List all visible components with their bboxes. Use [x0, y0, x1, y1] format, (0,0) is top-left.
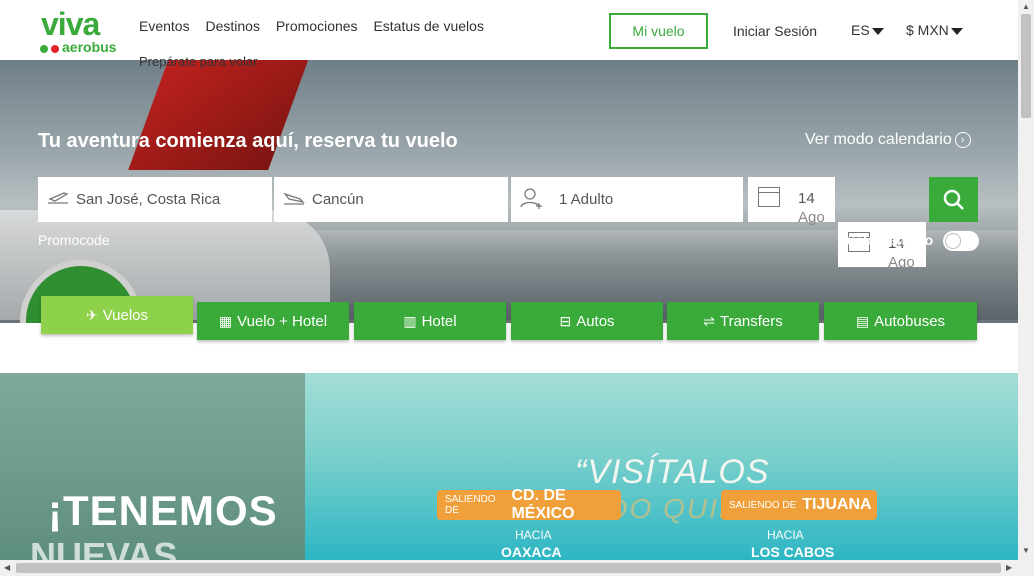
arrow-right-circle-icon: › — [954, 131, 971, 148]
transfer-car-icon: ⇌ — [703, 312, 715, 329]
depart-date-field[interactable]: 14 Ago — [748, 177, 835, 226]
chevron-down-icon — [871, 27, 884, 35]
scroll-up-icon[interactable]: ▲ — [1022, 2, 1030, 11]
plane-tail-image — [128, 60, 312, 170]
scroll-down-icon[interactable]: ▼ — [1022, 546, 1030, 555]
banner-left-subtitle: NUEVAS — [30, 535, 178, 561]
tab-label: Autos — [576, 312, 615, 330]
one-way-toggle[interactable] — [943, 231, 979, 251]
calendar-mode-label: Ver modo calendario — [805, 131, 952, 148]
tab-transfers[interactable]: ⇌ Transfers — [667, 302, 819, 340]
pill-city: CD. DE MÉXICO — [511, 487, 575, 522]
hotel-icon: ▥ — [403, 312, 417, 329]
promo-banner[interactable]: ¡TENEMOS NUEVAS “VISÍTALOS CUANDO QUIERA… — [0, 373, 1018, 561]
pill-city: TIJUANA — [802, 496, 872, 513]
nav-promociones[interactable]: Promociones — [276, 18, 358, 34]
tab-label: Hotel — [421, 312, 457, 330]
destination-field[interactable]: Cancún — [274, 177, 508, 222]
tab-autos[interactable]: ⊟ Autos — [511, 302, 663, 340]
car-icon: ⊟ — [559, 312, 572, 329]
origin-value: San José, Costa Rica — [76, 191, 221, 208]
plane-icon: ✈ — [85, 306, 98, 323]
depart-day: 14 — [798, 190, 815, 207]
header: viva aerobus Eventos Destinos Promocione… — [0, 0, 1018, 60]
bus-icon: ▤ — [855, 312, 870, 329]
destination-city: OAXACA — [501, 544, 562, 560]
return-month: Ago — [888, 254, 915, 271]
tab-autobuses[interactable]: ▤ Autobuses — [824, 302, 977, 340]
scroll-left-icon[interactable]: ◀ — [4, 563, 10, 572]
nav-estatus-vuelos[interactable]: Estatus de vuelos — [373, 18, 484, 34]
search-title: Tu aventura comienza aquí, reserva tu vu… — [38, 130, 458, 152]
scroll-right-icon[interactable]: ▶ — [1006, 563, 1012, 572]
plane-takeoff-icon — [46, 189, 76, 211]
hero-search-section: Tu aventura comienza aquí, reserva tu vu… — [0, 60, 1018, 323]
origin-field[interactable]: San José, Costa Rica — [38, 177, 272, 222]
plane-landing-icon — [282, 189, 312, 211]
search-button[interactable] — [929, 177, 978, 222]
vertical-scrollbar[interactable]: ▲ ▼ — [1018, 0, 1034, 560]
vertical-scroll-thumb[interactable] — [1021, 14, 1031, 118]
passengers-field[interactable]: 1 Adulto — [511, 177, 743, 222]
main-nav: Eventos Destinos Promociones Estatus de … — [139, 18, 496, 34]
tab-label: Autobuses — [874, 312, 946, 330]
logo-dot-red — [51, 45, 59, 53]
calendar-icon — [758, 187, 780, 207]
banner-left-title: ¡TENEMOS — [48, 487, 278, 534]
route-pill-tijuana: SALIENDO DE TIJUANA — [721, 490, 877, 520]
login-link[interactable]: Iniciar Sesión — [733, 23, 817, 39]
destination-label: HACIA — [767, 528, 804, 542]
route-pill-cdmx: SALIENDO DE CD. DE MÉXICO — [437, 487, 621, 522]
search-icon — [943, 189, 964, 210]
depart-month: Ago — [798, 209, 825, 226]
viva-aerobus-logo[interactable]: viva aerobus — [40, 6, 130, 55]
building-icon: ▦ — [218, 312, 233, 329]
currency-label: $ MXN — [906, 22, 949, 38]
promocode-link[interactable]: Promocode — [38, 232, 110, 248]
pill-prefix: SALIENDO DE — [729, 499, 797, 511]
passengers-value: 1 Adulto — [559, 191, 614, 208]
passenger-add-icon — [519, 186, 549, 214]
one-way-label: Vuelo Sencillo — [838, 232, 934, 248]
destination-value: Cancún — [312, 191, 364, 208]
mi-vuelo-button[interactable]: Mi vuelo — [609, 13, 708, 49]
destination-city: LOS CABOS — [751, 544, 835, 560]
chevron-down-icon — [950, 27, 963, 35]
horizontal-scroll-thumb[interactable] — [16, 563, 1001, 573]
product-tabs: ✈ Vuelos ▦ Vuelo + Hotel ▥ Hotel ⊟ Autos ⇌ Tr… — [0, 296, 1018, 346]
destination-label: HACIA — [515, 528, 552, 542]
currency-selector[interactable]: $ MXN — [906, 22, 963, 38]
nav-destinos[interactable]: Destinos — [205, 18, 259, 34]
tab-vuelos[interactable]: ✈ Vuelos — [41, 296, 193, 334]
nav-preparate[interactable]: Prepárate para volar — [139, 54, 258, 69]
tab-label: Vuelo + Hotel — [237, 312, 328, 330]
nav-eventos[interactable]: Eventos — [139, 18, 190, 34]
tab-hotel[interactable]: ▥ Hotel — [354, 302, 506, 340]
language-selector[interactable]: ES — [851, 22, 884, 38]
tab-label: Transfers — [719, 312, 783, 330]
logo-subtext: aerobus — [62, 39, 117, 55]
logo-dot-green — [40, 45, 48, 53]
tab-label: Vuelos — [102, 306, 149, 324]
calendar-mode-link[interactable]: Ver modo calendario › — [805, 131, 971, 149]
tab-vuelo-hotel[interactable]: ▦ Vuelo + Hotel — [197, 302, 349, 340]
logo-text: viva — [41, 6, 100, 42]
language-label: ES — [851, 22, 870, 38]
pill-prefix: SALIENDO DE — [445, 494, 496, 516]
horizontal-scrollbar[interactable]: ◀ ▶ — [0, 560, 1034, 576]
